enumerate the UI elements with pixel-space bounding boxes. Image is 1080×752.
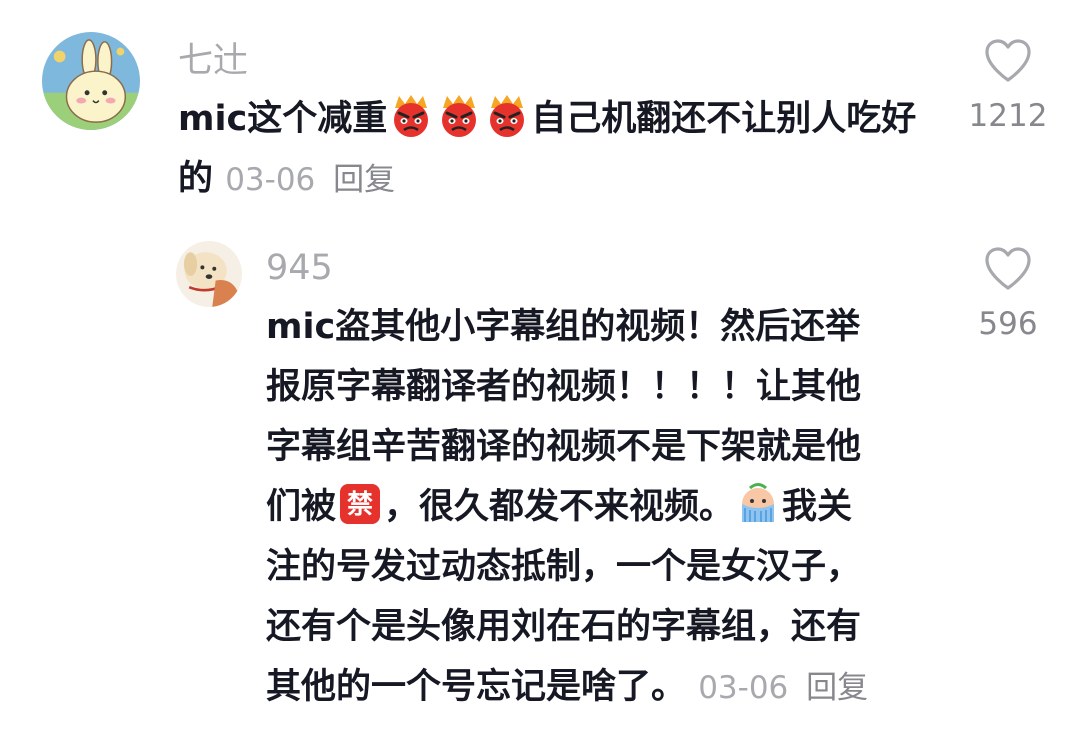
- username[interactable]: 七辻: [178, 41, 248, 81]
- forbidden-badge-text: 禁: [347, 490, 373, 520]
- comment-date: 03-06: [225, 162, 316, 198]
- reply-button[interactable]: 回复: [333, 162, 395, 198]
- comment-text-line: 报原字幕翻译者的视频！！！！让其他: [266, 367, 862, 407]
- comment-text-part: mic这个减重: [178, 99, 388, 139]
- like-button[interactable]: 1212: [953, 38, 1063, 134]
- comment-text: mic盗其他小字幕组的视频！然后还举 报原字幕翻译者的视频！！！！让其他 字幕组…: [266, 297, 946, 718]
- dog-avatar-icon: [176, 241, 242, 307]
- comment-text-part: 我关: [782, 487, 853, 527]
- comment-text-part: 其他的一个号忘记是啥了。: [266, 667, 687, 707]
- angry-face-emoji: [389, 94, 433, 138]
- comment-text-line: 字幕组辛苦翻译的视频不是下架就是他: [266, 427, 862, 467]
- angry-face-emoji: [437, 94, 481, 138]
- comment-text-line: 注的号发过动态抵制，一个是女汉子，: [266, 547, 862, 587]
- comment-text-part: ，很久都发不来视频。: [384, 487, 735, 527]
- comment-text-line: 们被禁 ，很久都发不来视频。 我关: [266, 477, 946, 537]
- heart-icon: [985, 247, 1031, 290]
- bunny-avatar-icon: [42, 32, 140, 130]
- like-count: 596: [978, 306, 1038, 342]
- comment-meta: 03-06 回复: [698, 670, 868, 706]
- reply-button[interactable]: 回复: [806, 670, 868, 706]
- heart-icon: [985, 39, 1031, 82]
- comment-meta: 03-06 回复: [225, 162, 395, 198]
- user-avatar[interactable]: [176, 241, 242, 307]
- comment-text-line: 其他的一个号忘记是啥了。 03-06 回复: [266, 657, 946, 718]
- crying-face-emoji: [736, 482, 780, 526]
- forbidden-badge-emoji: 禁: [338, 482, 382, 526]
- user-avatar[interactable]: [42, 32, 140, 130]
- comment-text-line: 还有个是头像用刘在石的字幕组，还有: [266, 607, 862, 647]
- like-count: 1212: [968, 98, 1048, 134]
- comment-text-line: mic盗其他小字幕组的视频！然后还举: [266, 307, 861, 347]
- like-button[interactable]: 596: [953, 246, 1063, 342]
- comment-text-part: 们被: [266, 487, 337, 527]
- comment-date: 03-06: [698, 670, 789, 706]
- comment-text: mic这个减重 自己机翻还不让别人吃好的 03-06 回复: [178, 89, 938, 210]
- username[interactable]: 945: [266, 248, 333, 288]
- angry-face-emoji: [485, 94, 529, 138]
